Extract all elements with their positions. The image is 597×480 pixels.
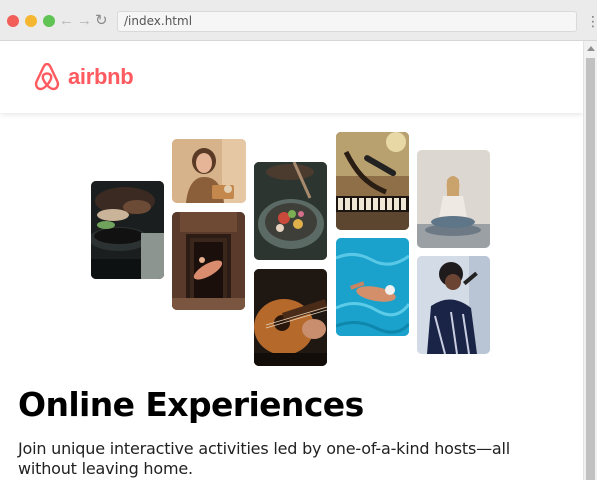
page-subtitle: Join unique interactive activities led b… — [18, 439, 511, 478]
reload-icon[interactable]: ↻ — [95, 11, 108, 31]
scrollbar-thumb[interactable] — [586, 58, 595, 480]
logo-wordmark: airbnb — [68, 64, 134, 89]
address-bar[interactable]: /index.html — [117, 11, 577, 32]
site-header: airbnb — [0, 41, 583, 113]
back-arrow-icon[interactable]: ← — [59, 11, 74, 31]
dancer-photo — [172, 212, 245, 310]
keyboard-microphone-photo — [336, 132, 409, 230]
scroll-up-arrow-icon[interactable] — [587, 46, 595, 51]
maximize-window-button[interactable] — [43, 15, 55, 27]
food-bowl-photo — [254, 162, 327, 260]
kebab-menu-icon[interactable]: ⋮ — [586, 12, 597, 30]
yoga-photo — [417, 150, 490, 248]
page-viewport: airbnb Online Experiences Join unique in… — [0, 41, 583, 480]
vertical-scrollbar[interactable] — [583, 41, 597, 480]
browser-toolbar: ← → ↻ /index.html ⋮ — [0, 0, 597, 41]
minimize-window-button[interactable] — [25, 15, 37, 27]
host-woman-photo — [172, 139, 246, 203]
cooking-photo — [91, 181, 164, 279]
singer-photo — [417, 256, 490, 354]
airbnb-belo-icon — [34, 62, 60, 91]
close-window-button[interactable] — [7, 15, 19, 27]
forward-arrow-icon[interactable]: → — [77, 11, 92, 31]
guitar-photo — [254, 269, 327, 366]
swimmer-photo — [336, 238, 409, 336]
page-title: Online Experiences — [18, 385, 364, 424]
